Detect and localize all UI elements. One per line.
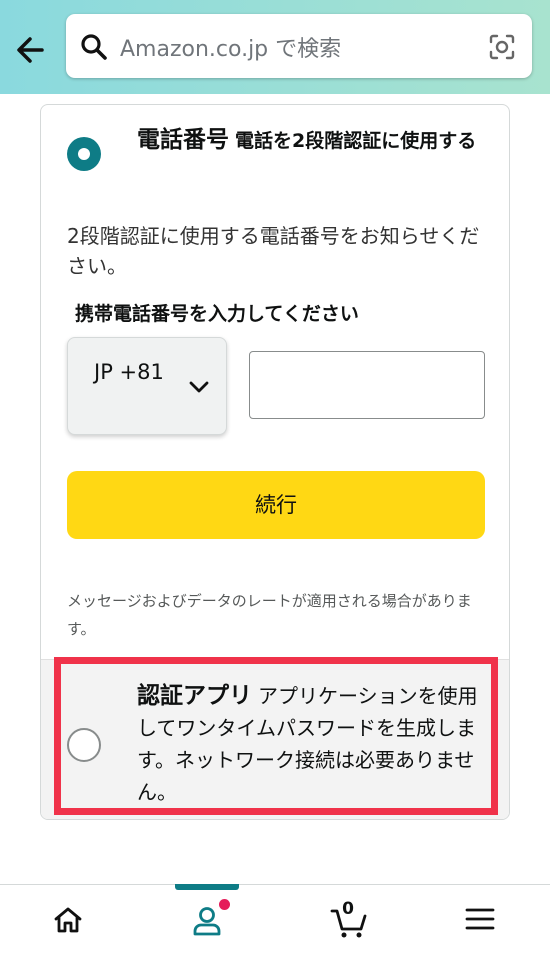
phone-info-text: 2段階認証に使用する電話番号をお知らせください。 bbox=[67, 224, 480, 278]
top-header: Amazon.co.jp で検索 bbox=[0, 0, 550, 94]
cart-count: 0 bbox=[342, 899, 354, 919]
nav-menu[interactable] bbox=[440, 885, 520, 954]
bottom-nav: 0 bbox=[0, 884, 550, 954]
search-input[interactable]: Amazon.co.jp で検索 bbox=[120, 31, 341, 63]
search-bar[interactable]: Amazon.co.jp で検索 bbox=[66, 14, 532, 78]
camera-icon[interactable] bbox=[488, 33, 516, 61]
phone-option-description: 電話を2段階認証に使用する bbox=[235, 130, 477, 152]
home-icon bbox=[54, 907, 82, 933]
menu-icon bbox=[465, 908, 495, 930]
continue-button[interactable]: 続行 bbox=[67, 471, 485, 539]
nav-account[interactable] bbox=[167, 884, 247, 954]
country-code-value: JP +81 bbox=[94, 360, 164, 384]
phone-option-title[interactable]: 電話番号 電話を2段階認証に使用する bbox=[137, 123, 487, 159]
highlight-box bbox=[54, 657, 498, 815]
phone-option-radio[interactable] bbox=[67, 137, 101, 171]
account-icon bbox=[193, 907, 221, 936]
phone-option-label: 電話番号 bbox=[137, 127, 229, 153]
back-button[interactable] bbox=[12, 30, 52, 70]
chevron-down-icon bbox=[189, 381, 209, 393]
two-step-method-card: 電話番号 電話を2段階認証に使用する 2段階認証に使用する電話番号をお知らせくださ… bbox=[40, 104, 510, 820]
phone-input-label: 携帯電話番号を入力してください bbox=[75, 303, 359, 325]
rates-note: メッセージおよびデータのレートが適用される場合があります。 bbox=[67, 592, 472, 638]
notification-dot bbox=[219, 899, 230, 910]
back-arrow-icon bbox=[17, 37, 44, 63]
nav-home[interactable] bbox=[28, 885, 108, 954]
active-indicator bbox=[175, 884, 239, 890]
phone-number-input[interactable] bbox=[249, 351, 485, 419]
authenticator-app-option[interactable]: 認証アプリ アプリケーションを使用してワンタイムパスワードを生成します。ネットワー… bbox=[41, 657, 509, 819]
search-icon bbox=[81, 34, 107, 60]
nav-cart[interactable]: 0 bbox=[306, 885, 386, 954]
country-code-select[interactable]: JP +81 bbox=[67, 337, 227, 435]
